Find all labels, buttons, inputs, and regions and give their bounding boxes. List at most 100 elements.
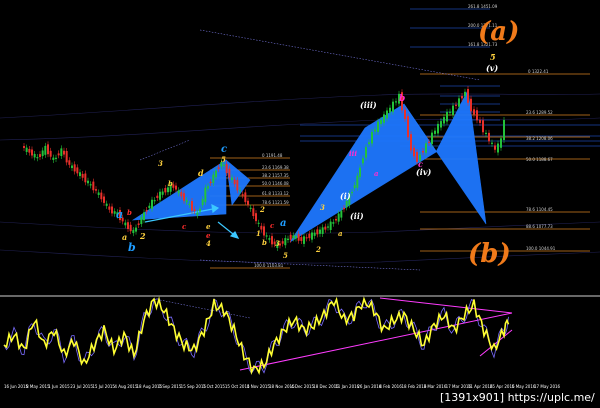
candle xyxy=(63,150,65,155)
candle xyxy=(159,191,161,200)
wave-label: 1 xyxy=(256,229,261,238)
wave-label: 4 xyxy=(206,239,211,248)
candle xyxy=(335,218,337,221)
candle xyxy=(164,188,167,193)
x-tick-label: 23 Jul 2015 xyxy=(70,384,93,389)
x-tick-label: 16 Jun 2015 xyxy=(4,384,29,389)
candle xyxy=(225,163,228,173)
candle xyxy=(359,167,361,177)
candle xyxy=(297,233,300,241)
x-tick-label: 1 Oct 2015 xyxy=(203,384,226,389)
candle xyxy=(395,101,397,103)
candle xyxy=(365,147,367,158)
x-tick-label: 4 Nov 2015 xyxy=(247,384,271,389)
wave-label: 2 xyxy=(139,231,146,241)
fib-label: 0 1322.41 xyxy=(528,69,549,74)
wave-label: 5 xyxy=(283,251,288,260)
candle xyxy=(263,226,265,236)
candle xyxy=(199,208,201,212)
candle xyxy=(303,236,305,244)
candle xyxy=(383,114,385,123)
candle xyxy=(255,213,257,222)
candle xyxy=(217,167,220,170)
x-tick-label: 8 May 2015 xyxy=(26,384,50,389)
candle xyxy=(353,185,356,189)
x-tick-label: 1 Sep 2015 xyxy=(159,384,182,389)
x-axis-labels: 16 Jun 20158 May 20151 Jun 2015 23 Jul 20… xyxy=(4,384,561,389)
candle xyxy=(446,111,448,122)
fib-label: 50.0 1146.08 xyxy=(262,181,289,186)
candle xyxy=(308,233,311,239)
wave-label: a xyxy=(338,229,343,238)
candle xyxy=(233,179,236,185)
candle xyxy=(491,142,493,144)
candle xyxy=(52,157,55,160)
candle xyxy=(500,138,502,148)
candle xyxy=(494,145,496,150)
candle xyxy=(434,130,436,134)
candle xyxy=(458,98,460,107)
candle xyxy=(231,177,233,180)
x-tick-label: 15 Jul 2015 xyxy=(92,384,115,389)
candle xyxy=(148,205,151,209)
wave-label: 3 xyxy=(320,203,325,212)
candle xyxy=(476,110,478,121)
candle xyxy=(428,141,430,143)
wave-label: iii xyxy=(349,149,357,158)
wave-label: d xyxy=(198,168,204,178)
candle xyxy=(271,236,273,245)
candle xyxy=(431,132,433,144)
candle xyxy=(470,98,472,112)
candle xyxy=(340,210,343,218)
candle xyxy=(108,206,111,210)
candle xyxy=(362,158,364,164)
wave-label: 3 xyxy=(275,239,280,248)
candle xyxy=(215,170,217,178)
candle xyxy=(485,132,487,135)
x-tick-label: 4 Aug 2015 xyxy=(114,384,138,389)
candle xyxy=(236,180,239,191)
candle xyxy=(71,165,73,169)
candle xyxy=(464,91,466,97)
candle xyxy=(84,173,87,183)
candle xyxy=(124,222,127,226)
wave-label: a xyxy=(280,218,286,229)
candle xyxy=(79,172,81,176)
candle xyxy=(289,234,292,240)
candle xyxy=(503,119,505,141)
wave-label: a xyxy=(122,232,127,242)
candle xyxy=(44,145,47,155)
wave-label: 2 xyxy=(315,245,321,254)
candle xyxy=(473,109,475,115)
candle xyxy=(241,194,244,196)
candle xyxy=(329,221,332,230)
candle xyxy=(311,232,313,240)
candle xyxy=(105,203,108,206)
candle xyxy=(188,203,191,206)
candle xyxy=(193,209,196,212)
candle xyxy=(143,212,145,221)
candle xyxy=(89,184,92,186)
candle xyxy=(87,180,89,184)
candle xyxy=(292,235,295,239)
candle xyxy=(204,187,207,203)
candle xyxy=(316,229,319,235)
candle xyxy=(461,96,463,99)
candle xyxy=(268,238,271,240)
x-tick-label: 26 Jan 2016 xyxy=(357,384,381,389)
candle xyxy=(31,149,33,156)
fib-label: 78.6 1121.59 xyxy=(262,200,289,205)
chart-background xyxy=(0,0,600,408)
wave-label: 5 xyxy=(221,155,226,164)
candle xyxy=(252,208,255,217)
candle xyxy=(247,200,249,205)
wave-label: c xyxy=(221,144,227,155)
candle xyxy=(467,88,469,103)
candle xyxy=(392,101,394,112)
candle xyxy=(295,235,297,239)
candle xyxy=(201,199,204,206)
x-tick-label: 4 Dec 2015 xyxy=(291,384,314,389)
fib-label: 261.8 1451.09 xyxy=(468,4,498,9)
candle xyxy=(153,200,156,202)
candle xyxy=(479,119,481,123)
